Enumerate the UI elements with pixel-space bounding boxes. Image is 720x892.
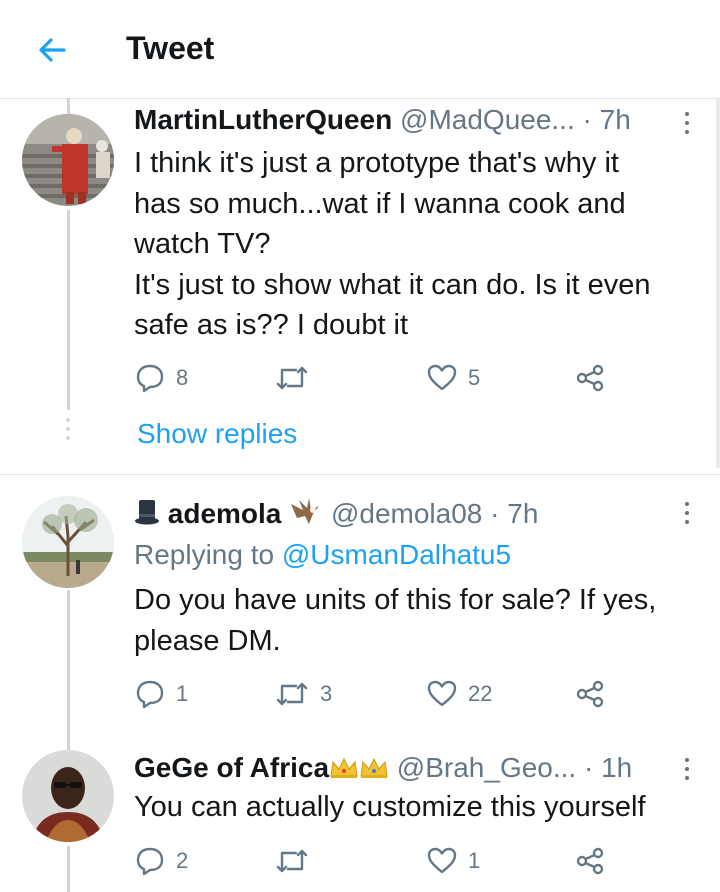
reply-icon: [136, 680, 164, 709]
tweet-time[interactable]: 7h: [507, 498, 538, 529]
user-handle[interactable]: @demola08: [331, 498, 482, 529]
retweet-count: 3: [320, 681, 333, 706]
retweet-button[interactable]: [274, 360, 320, 396]
separator-dot: ·: [490, 498, 500, 529]
retweet-icon: [276, 849, 308, 873]
tweet-text-line: safe as is?? I doubt it: [134, 309, 409, 341]
tweet-time[interactable]: 1h: [601, 752, 632, 783]
heart-icon: [427, 680, 457, 707]
retweet-button[interactable]: [274, 843, 320, 879]
retweet-button[interactable]: 3: [274, 676, 332, 712]
show-replies-link[interactable]: Show replies: [137, 418, 297, 450]
tweet-text-line: please DM.: [134, 624, 281, 657]
more-options-button[interactable]: [682, 502, 692, 524]
tweet-text: You can actually customize this yourself: [134, 787, 690, 828]
display-name[interactable]: GeGe of Africa: [134, 752, 329, 783]
like-count: 22: [468, 681, 493, 706]
crown-icon: [329, 755, 359, 787]
reply-count: 2: [176, 848, 189, 873]
replying-label: Replying to: [134, 539, 275, 570]
share-icon: [576, 364, 604, 392]
avatar[interactable]: [22, 496, 114, 588]
thread-line: [67, 846, 70, 892]
reply-button[interactable]: 8: [134, 360, 188, 396]
tweet-header: MartinLutherQueen @MadQuee... · 7h: [134, 104, 660, 136]
tweet-text-line: has so much...wat if I wanna cook and: [134, 187, 626, 220]
reply-icon: [136, 364, 164, 393]
like-count: 1: [468, 848, 481, 873]
tweet-text-line: Do you have units of this for sale? If y…: [134, 584, 657, 616]
heart-icon: [427, 847, 457, 874]
like-count: 5: [468, 365, 481, 390]
thread-line: [67, 590, 70, 750]
replying-to: Replying to @UsmanDalhatu5: [134, 539, 511, 571]
reply-count: 1: [176, 681, 189, 706]
top-bar: Tweet: [0, 0, 720, 99]
page-title: Tweet: [126, 30, 215, 66]
top-hat-icon: [134, 498, 160, 533]
tweet-header: ademola @demola08 · 7h: [134, 496, 660, 533]
retweet-icon: [276, 682, 308, 706]
share-button[interactable]: [574, 843, 606, 879]
thread-line: [67, 210, 70, 410]
tweet-text-line: You can actually customize this yourself: [134, 791, 646, 823]
reply-button[interactable]: 2: [134, 843, 188, 879]
heart-icon: [427, 364, 457, 391]
tweet-text: Do you have units of this for sale? If y…: [134, 580, 690, 661]
share-icon: [576, 680, 604, 708]
mention-link[interactable]: @UsmanDalhatu5: [282, 539, 511, 570]
reply-icon: [136, 847, 164, 876]
eagle-icon: [289, 496, 323, 533]
like-button[interactable]: 22: [426, 676, 492, 712]
divider: [0, 474, 720, 475]
tweet-time[interactable]: 7h: [600, 104, 631, 135]
tweet-text-line: I think it's just a prototype that's why…: [134, 147, 619, 179]
scrollbar[interactable]: [716, 98, 720, 468]
display-name[interactable]: ademola: [168, 498, 282, 529]
more-options-button[interactable]: [682, 758, 692, 780]
arrow-left-icon: [39, 38, 66, 62]
display-name[interactable]: MartinLutherQueen: [134, 104, 392, 135]
separator-dot: ·: [582, 104, 592, 135]
back-button[interactable]: [32, 30, 72, 70]
tweet-text: I think it's just a prototype that's why…: [134, 143, 690, 346]
avatar[interactable]: [22, 114, 114, 206]
like-button[interactable]: 5: [426, 360, 480, 396]
share-button[interactable]: [574, 360, 606, 396]
tweet-header: GeGe of Africa @Brah_Geo... · 1h: [134, 752, 660, 787]
more-options-button[interactable]: [682, 112, 692, 134]
separator-dot: ·: [583, 752, 594, 783]
crown-icon: [359, 755, 389, 787]
tweet-actions: 8 5: [134, 360, 614, 396]
share-button[interactable]: [574, 676, 606, 712]
tweet-actions: 1 3 22: [134, 676, 614, 712]
tweet-text-line: It's just to show what it can do. Is it …: [134, 268, 651, 301]
like-button[interactable]: 1: [426, 843, 480, 879]
retweet-icon: [276, 366, 308, 390]
reply-button[interactable]: 1: [134, 676, 188, 712]
user-handle[interactable]: @MadQuee...: [400, 104, 575, 135]
tweet-actions: 2 1: [134, 843, 614, 879]
share-icon: [576, 847, 604, 875]
reply-count: 8: [176, 365, 189, 390]
tweet-text-line: watch TV?: [134, 228, 271, 260]
avatar[interactable]: [22, 750, 114, 842]
thread-gap-dots: [65, 418, 71, 440]
user-handle[interactable]: @Brah_Geo...: [397, 752, 576, 783]
